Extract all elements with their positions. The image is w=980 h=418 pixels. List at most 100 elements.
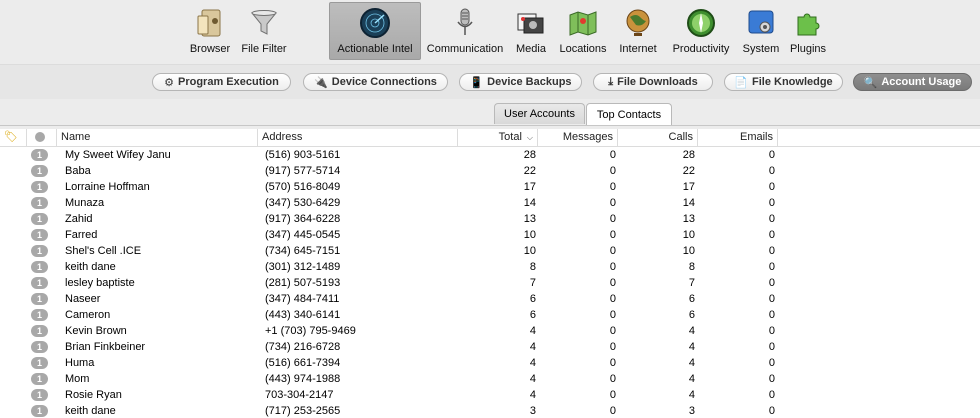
toolbar-actionable-intel[interactable]: Actionable Intel bbox=[329, 2, 421, 60]
calls-cell: 13 bbox=[682, 213, 695, 225]
calls-cell: 7 bbox=[688, 277, 695, 289]
address-cell: (917) 364-6228 bbox=[265, 213, 341, 225]
calls-cell: 4 bbox=[688, 373, 695, 385]
name-cell: Rosie Ryan bbox=[65, 389, 122, 401]
emails-cell: 0 bbox=[768, 229, 775, 241]
system-icon bbox=[748, 10, 774, 34]
name-cell: Shel's Cell .ICE bbox=[65, 245, 142, 257]
name-cell: lesley baptiste bbox=[65, 277, 135, 289]
total-cell: 4 bbox=[529, 341, 536, 353]
table-row[interactable]: 1 Zahid (917) 364-6228 13 0 13 0 bbox=[0, 211, 980, 227]
table-row[interactable]: 1 keith dane (717) 253-2565 3 0 3 0 bbox=[0, 403, 980, 418]
total-cell: 6 bbox=[529, 293, 536, 305]
toolbar-internet[interactable]: Internet bbox=[614, 3, 662, 59]
status-dot-icon bbox=[35, 132, 45, 142]
toolbar-system[interactable]: System bbox=[740, 3, 782, 59]
calls-column-header[interactable]: Calls bbox=[618, 129, 698, 146]
name-cell: Lorraine Hoffman bbox=[65, 181, 150, 193]
toolbar-browser[interactable]: Browser bbox=[186, 3, 234, 59]
table-header: 🏷 Name Address Total ⌵ Messages Calls Ema… bbox=[0, 129, 980, 147]
table-row[interactable]: 1 My Sweet Wifey Janu (516) 903-5161 28 0 28 0 bbox=[0, 147, 980, 163]
contacts-table: 🏷 Name Address Total ⌵ Messages Calls Ema… bbox=[0, 129, 980, 418]
toolbar-locations[interactable]: Locations bbox=[555, 3, 611, 59]
messages-cell: 0 bbox=[609, 309, 616, 321]
name-cell: Kevin Brown bbox=[65, 325, 127, 337]
table-row[interactable]: 1 Lorraine Hoffman (570) 516-8049 17 0 17 0 bbox=[0, 179, 980, 195]
total-cell: 10 bbox=[523, 229, 536, 241]
count-badge: 1 bbox=[31, 405, 48, 417]
total-cell: 10 bbox=[523, 245, 536, 257]
address-cell: (917) 577-5714 bbox=[265, 165, 341, 177]
calls-cell: 6 bbox=[688, 293, 695, 305]
category-device-backups[interactable]: 📱 Device Backups bbox=[459, 73, 582, 91]
emails-cell: 0 bbox=[768, 149, 775, 161]
calls-cell: 28 bbox=[682, 149, 695, 161]
address-cell: (347) 530-6429 bbox=[265, 197, 341, 209]
emails-cell: 0 bbox=[768, 181, 775, 193]
phone-icon: 📱 bbox=[469, 76, 484, 89]
table-row[interactable]: 1 Rosie Ryan 703-304-2147 4 0 4 0 bbox=[0, 387, 980, 403]
name-cell: keith dane bbox=[65, 261, 116, 273]
name-cell: Farred bbox=[65, 229, 98, 241]
messages-column-header[interactable]: Messages bbox=[538, 129, 618, 146]
toolbar-file-filter[interactable]: File Filter bbox=[238, 3, 290, 59]
emails-cell: 0 bbox=[768, 325, 775, 337]
table-row[interactable]: 1 keith dane (301) 312-1489 8 0 8 0 bbox=[0, 259, 980, 275]
address-cell: (516) 903-5161 bbox=[265, 149, 341, 161]
tag-column-header[interactable]: 🏷 bbox=[0, 129, 27, 146]
category-file-downloads[interactable]: ⤓ File Downloads bbox=[593, 73, 713, 91]
address-cell: (281) 507-5193 bbox=[265, 277, 341, 289]
address-cell: (443) 974-1988 bbox=[265, 373, 341, 385]
account-icon: 🔍 bbox=[863, 76, 878, 89]
toolbar-productivity[interactable]: Productivity bbox=[666, 3, 736, 59]
messages-cell: 0 bbox=[609, 165, 616, 177]
toolbar-communication[interactable]: Communication bbox=[423, 3, 507, 59]
messages-cell: 0 bbox=[609, 325, 616, 337]
category-account-usage[interactable]: 🔍 Account Usage bbox=[853, 73, 972, 91]
table-row[interactable]: 1 Naseer (347) 484-7411 6 0 6 0 bbox=[0, 291, 980, 307]
globe-icon bbox=[626, 9, 650, 36]
table-row[interactable]: 1 Munaza (347) 530-6429 14 0 14 0 bbox=[0, 195, 980, 211]
total-cell: 6 bbox=[529, 309, 536, 321]
address-cell: (734) 216-6728 bbox=[265, 341, 341, 353]
table-row[interactable]: 1 Brian Finkbeiner (734) 216-6728 4 0 4 0 bbox=[0, 339, 980, 355]
total-cell: 4 bbox=[529, 373, 536, 385]
total-cell: 28 bbox=[523, 149, 536, 161]
tab-top-contacts[interactable]: Top Contacts bbox=[586, 103, 672, 125]
table-row[interactable]: 1 Shel's Cell .ICE (734) 645-7151 10 0 10 0 bbox=[0, 243, 980, 259]
total-column-header[interactable]: Total ⌵ bbox=[458, 129, 538, 146]
emails-cell: 0 bbox=[768, 357, 775, 369]
table-row[interactable]: 1 Cameron (443) 340-6141 6 0 6 0 bbox=[0, 307, 980, 323]
calls-cell: 8 bbox=[688, 261, 695, 273]
category-file-knowledge[interactable]: 📄 File Knowledge bbox=[724, 73, 843, 91]
table-row[interactable]: 1 lesley baptiste (281) 507-5193 7 0 7 0 bbox=[0, 275, 980, 291]
table-row[interactable]: 1 Mom (443) 974-1988 4 0 4 0 bbox=[0, 371, 980, 387]
count-badge: 1 bbox=[31, 389, 48, 401]
count-badge: 1 bbox=[31, 277, 48, 289]
table-row[interactable]: 1 Kevin Brown +1 (703) 795-9469 4 0 4 0 bbox=[0, 323, 980, 339]
count-badge: 1 bbox=[31, 309, 48, 321]
table-row[interactable]: 1 Huma (516) 661-7394 4 0 4 0 bbox=[0, 355, 980, 371]
count-badge: 1 bbox=[31, 165, 48, 177]
emails-column-header[interactable]: Emails bbox=[698, 129, 778, 146]
count-badge: 1 bbox=[31, 229, 48, 241]
toolbar-media[interactable]: Media bbox=[513, 3, 549, 59]
calls-cell: 17 bbox=[682, 181, 695, 193]
total-cell: 7 bbox=[529, 277, 536, 289]
status-column-header[interactable] bbox=[27, 129, 57, 146]
tab-user-accounts[interactable]: User Accounts bbox=[494, 103, 585, 124]
name-column-header[interactable]: Name bbox=[57, 129, 258, 146]
category-bar: ⚙ Program Execution 🔌 Device Connections… bbox=[0, 65, 980, 99]
name-cell: Munaza bbox=[65, 197, 105, 209]
emails-cell: 0 bbox=[768, 293, 775, 305]
category-device-connections[interactable]: 🔌 Device Connections bbox=[303, 73, 448, 91]
address-column-header[interactable]: Address bbox=[258, 129, 458, 146]
table-row[interactable]: 1 Baba (917) 577-5714 22 0 22 0 bbox=[0, 163, 980, 179]
name-cell: keith dane bbox=[65, 405, 116, 417]
address-cell: +1 (703) 795-9469 bbox=[265, 325, 356, 337]
category-program-execution[interactable]: ⚙ Program Execution bbox=[152, 73, 291, 91]
toolbar-plugins[interactable]: Plugins bbox=[786, 3, 830, 59]
main-toolbar: Browser File Filter Actionable Intel Com… bbox=[0, 0, 980, 65]
table-row[interactable]: 1 Farred (347) 445-0545 10 0 10 0 bbox=[0, 227, 980, 243]
emails-cell: 0 bbox=[768, 245, 775, 257]
